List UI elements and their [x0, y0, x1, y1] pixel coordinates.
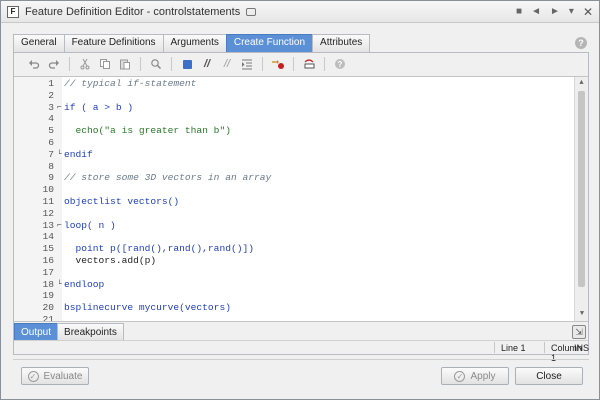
footer-divider [13, 359, 589, 360]
tab-attributes[interactable]: Attributes [312, 34, 371, 52]
status-separator [544, 342, 545, 353]
dock-panel-icon[interactable]: ⇲ [572, 325, 586, 339]
line-number: 17 [42, 266, 54, 278]
code-text: endif [64, 148, 93, 160]
line-number: 18 [42, 278, 54, 290]
window-title: Feature Definition Editor - controlstate… [25, 5, 241, 18]
fold-marker-icon[interactable]: ⌐ [57, 102, 62, 114]
line-number: 4 [48, 113, 54, 125]
previous-icon[interactable]: ◄ [531, 6, 541, 17]
scrollbar-thumb[interactable] [578, 91, 585, 287]
close-window-icon[interactable]: ✕ [583, 5, 593, 19]
code-text: echo("a is greater than b") [64, 125, 231, 137]
code-text: point p([rand(),rand(),rand()]) [64, 243, 255, 255]
line-number: 14 [42, 231, 54, 243]
code-text: // store some 3D vectors in an array [64, 172, 272, 184]
line-number: 13 [42, 219, 54, 231]
line-number: 11 [42, 196, 54, 207]
status-separator [494, 342, 495, 353]
line-number: 10 [42, 184, 54, 196]
toolbar-help-icon[interactable]: ? [330, 55, 350, 73]
toolbar-separator [262, 57, 263, 71]
evaluate-button[interactable]: ✓ Evaluate [21, 367, 89, 385]
code-text: endloop [64, 278, 105, 290]
menu-dropdown-icon[interactable]: ▾ [569, 6, 574, 17]
help-icon[interactable]: ? [575, 37, 587, 49]
line-number: 5 [48, 125, 54, 137]
breakpoint-icon[interactable] [268, 55, 288, 73]
cut-icon[interactable] [75, 55, 95, 73]
step-icon[interactable] [299, 55, 319, 73]
close-label: Close [536, 370, 562, 382]
fold-marker-icon[interactable]: └ [57, 149, 62, 161]
feature-definition-editor-window: F Feature Definition Editor - controlsta… [0, 0, 600, 400]
status-line: Line 1 [501, 343, 526, 353]
line-number: 8 [48, 160, 54, 172]
line-number: 9 [48, 172, 54, 184]
find-icon[interactable] [146, 55, 166, 73]
window-controls: ■ ◄ ► ▾ ✕ [516, 5, 593, 19]
code-text: objectlist vectors() [64, 196, 180, 207]
code-editor[interactable]: 1// typical if-statement 2 3 ⌐ if ( a > b ) 4… [14, 76, 588, 322]
undo-icon[interactable] [24, 55, 44, 73]
bookmark-icon[interactable] [177, 55, 197, 73]
code-text: vectors.add(p) [64, 255, 157, 266]
main-tabs: General Feature Definitions Arguments Cr… [13, 34, 371, 52]
maximize-icon[interactable]: ■ [516, 6, 522, 17]
line-number: 6 [48, 137, 54, 148]
next-icon[interactable]: ► [550, 6, 560, 17]
toolbar-separator [293, 57, 294, 71]
scroll-up-icon[interactable]: ▲ [575, 77, 588, 90]
status-bar: Line 1 Column 1 INS [14, 340, 590, 363]
toolbar-separator [171, 57, 172, 71]
evaluate-icon: ✓ [27, 370, 39, 382]
app-icon: F [7, 5, 19, 18]
editor-toolbar: // // ? [14, 53, 588, 75]
code-text: if ( a > b ) [64, 101, 134, 113]
tab-create-function[interactable]: Create Function [225, 34, 314, 52]
line-number: 20 [42, 302, 54, 314]
apply-icon: ✓ [454, 370, 466, 382]
fold-marker-icon[interactable]: └ [57, 279, 62, 291]
toolbar-separator [140, 57, 141, 71]
toolbar-separator [69, 57, 70, 71]
line-number: 19 [42, 290, 54, 302]
indent-icon[interactable] [237, 55, 257, 73]
svg-text:?: ? [338, 60, 343, 69]
copy-icon[interactable] [95, 55, 115, 73]
toolbar-separator [324, 57, 325, 71]
window-badge-icon [246, 7, 257, 16]
line-number: 2 [48, 89, 54, 101]
code-text: loop( n ) [64, 219, 116, 231]
code-text: bsplinecurve mycurve(vectors) [64, 302, 231, 314]
evaluate-label: Evaluate [43, 370, 83, 382]
tab-output[interactable]: Output [14, 323, 59, 341]
paste-icon[interactable] [115, 55, 135, 73]
line-number: 3 [48, 101, 54, 113]
tab-breakpoints[interactable]: Breakpoints [57, 323, 124, 341]
output-tabs: Output Breakpoints [14, 323, 124, 341]
tab-general[interactable]: General [13, 34, 65, 52]
close-button[interactable]: Close [515, 367, 583, 385]
apply-label: Apply [470, 370, 496, 382]
title-bar: F Feature Definition Editor - controlsta… [1, 1, 599, 23]
fold-marker-icon[interactable]: ⌐ [57, 220, 62, 232]
redo-icon[interactable] [44, 55, 64, 73]
line-number: 21 [42, 314, 54, 322]
line-number: 12 [42, 207, 54, 219]
status-mode: INS [574, 343, 590, 353]
vertical-scrollbar[interactable]: ▲ ▼ [574, 77, 588, 321]
tab-feature-definitions[interactable]: Feature Definitions [63, 34, 164, 52]
line-number: 16 [42, 255, 54, 266]
apply-button[interactable]: ✓ Apply [441, 367, 509, 385]
scroll-down-icon[interactable]: ▼ [575, 308, 588, 321]
line-number: 15 [42, 243, 54, 255]
tab-arguments[interactable]: Arguments [162, 34, 227, 52]
comment-icon[interactable]: // [197, 55, 217, 73]
create-function-panel: // // ? 1// typical if-statement 2 3 ⌐ if ( … [13, 52, 590, 363]
uncomment-icon[interactable]: // [217, 55, 237, 73]
line-number: 7 [48, 148, 54, 160]
code-text: // typical if-statement [64, 78, 197, 89]
line-number: 1 [48, 78, 54, 89]
